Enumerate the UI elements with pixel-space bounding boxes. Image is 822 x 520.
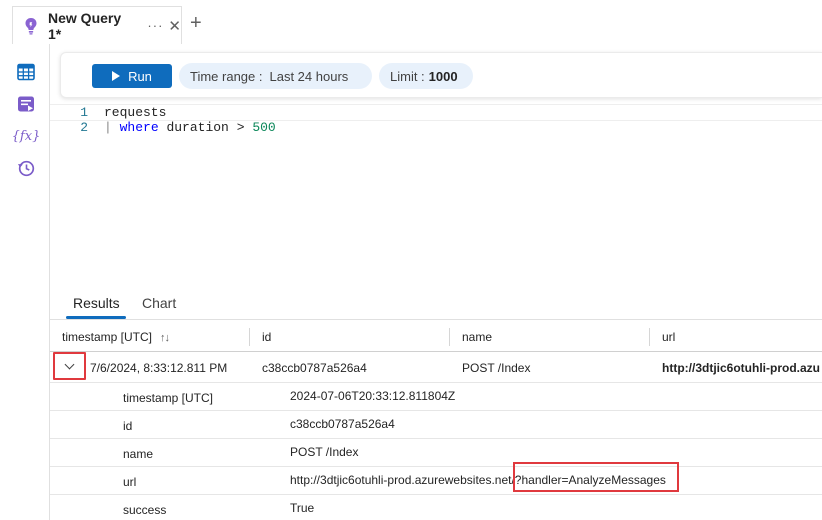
line-number: 1 — [80, 105, 88, 120]
column-header-url[interactable]: url — [662, 330, 675, 344]
run-button[interactable]: Run — [92, 64, 172, 88]
detail-key: timestamp [UTC] — [123, 391, 214, 405]
results-grid-header: timestamp [UTC] ↑↓ id name url — [50, 319, 822, 352]
limit-value: 1000 — [428, 68, 458, 84]
tab-title: New Query 1* — [48, 9, 122, 42]
add-tab-icon[interactable]: + — [190, 12, 202, 35]
expand-row-button[interactable] — [53, 352, 86, 380]
detail-value: c38ccb0787a526a4 — [290, 417, 395, 431]
time-range-value: Last 24 hours — [269, 68, 349, 84]
function-icon[interactable]: {fx} — [12, 126, 41, 146]
query-string-highlight — [513, 462, 679, 492]
time-range-picker[interactable]: Time range : Last 24 hours — [179, 63, 372, 89]
cell-id: c38ccb0787a526a4 — [262, 361, 367, 375]
tab-chart[interactable]: Chart — [142, 295, 176, 311]
detail-row: timestamp [UTC] 2024-07-06T20:33:12.8118… — [50, 382, 822, 410]
chevron-down-icon — [64, 359, 75, 370]
query-pack-icon[interactable] — [16, 94, 36, 114]
tab-results[interactable]: Results — [73, 295, 120, 311]
editor-line: 1 requests — [50, 104, 822, 121]
code-text: | where duration > 500 — [104, 120, 276, 135]
detail-value: 2024-07-06T20:33:12.811804Z — [290, 389, 456, 403]
code-text: requests — [104, 105, 167, 120]
left-rail: {fx} — [0, 44, 50, 520]
sort-icon[interactable]: ↑↓ — [160, 332, 170, 344]
detail-row: url http://3dtjic6otuhli-prod.azurewebsi… — [50, 466, 822, 494]
line-number: 2 — [80, 120, 88, 135]
detail-key: url — [123, 475, 137, 489]
column-divider[interactable] — [249, 328, 250, 346]
detail-row: name POST /Index — [50, 438, 822, 466]
history-icon[interactable] — [16, 158, 36, 178]
close-icon[interactable]: ✕ — [168, 17, 181, 35]
run-button-label: Run — [128, 68, 152, 84]
column-divider[interactable] — [649, 328, 650, 346]
table-icon[interactable] — [16, 62, 36, 82]
column-header-timestamp[interactable]: timestamp [UTC] ↑↓ — [62, 330, 170, 344]
detail-value: True — [290, 501, 315, 515]
tab-new-query[interactable]: New Query 1* ··· ✕ — [12, 6, 182, 44]
results-tabs: Results Chart — [50, 285, 822, 319]
query-toolbar: Run Time range : Last 24 hours Limit : 1… — [60, 52, 822, 98]
editor-line: 2 | where duration > 500 — [50, 120, 822, 137]
lightbulb-icon — [23, 17, 39, 35]
time-range-label: Time range : — [190, 68, 263, 84]
cell-url: http://3dtjic6otuhli-prod.azu — [662, 361, 820, 375]
detail-key: id — [123, 419, 133, 433]
detail-row: id c38ccb0787a526a4 — [50, 410, 822, 438]
more-options-icon[interactable]: ··· — [147, 18, 163, 33]
cell-name: POST /Index — [462, 361, 531, 375]
column-header-name[interactable]: name — [462, 330, 492, 344]
column-divider[interactable] — [449, 328, 450, 346]
limit-picker[interactable]: Limit : 1000 — [379, 63, 473, 89]
column-header-id[interactable]: id — [262, 330, 271, 344]
query-editor[interactable]: 1 requests 2 | where duration > 500 — [50, 100, 822, 280]
detail-key: name — [123, 447, 154, 461]
detail-key: success — [123, 503, 167, 517]
app-window: New Query 1* ··· ✕ + {fx} Run Time range… — [0, 0, 822, 520]
table-row[interactable]: 7/6/2024, 8:33:12.811 PM c38ccb0787a526a… — [50, 352, 822, 382]
tab-bar: New Query 1* ··· ✕ + — [0, 0, 822, 44]
limit-label: Limit : — [390, 68, 425, 84]
play-icon — [112, 71, 121, 81]
cell-timestamp: 7/6/2024, 8:33:12.811 PM — [90, 361, 228, 375]
detail-value: POST /Index — [290, 445, 359, 459]
detail-row: success True — [50, 494, 822, 520]
